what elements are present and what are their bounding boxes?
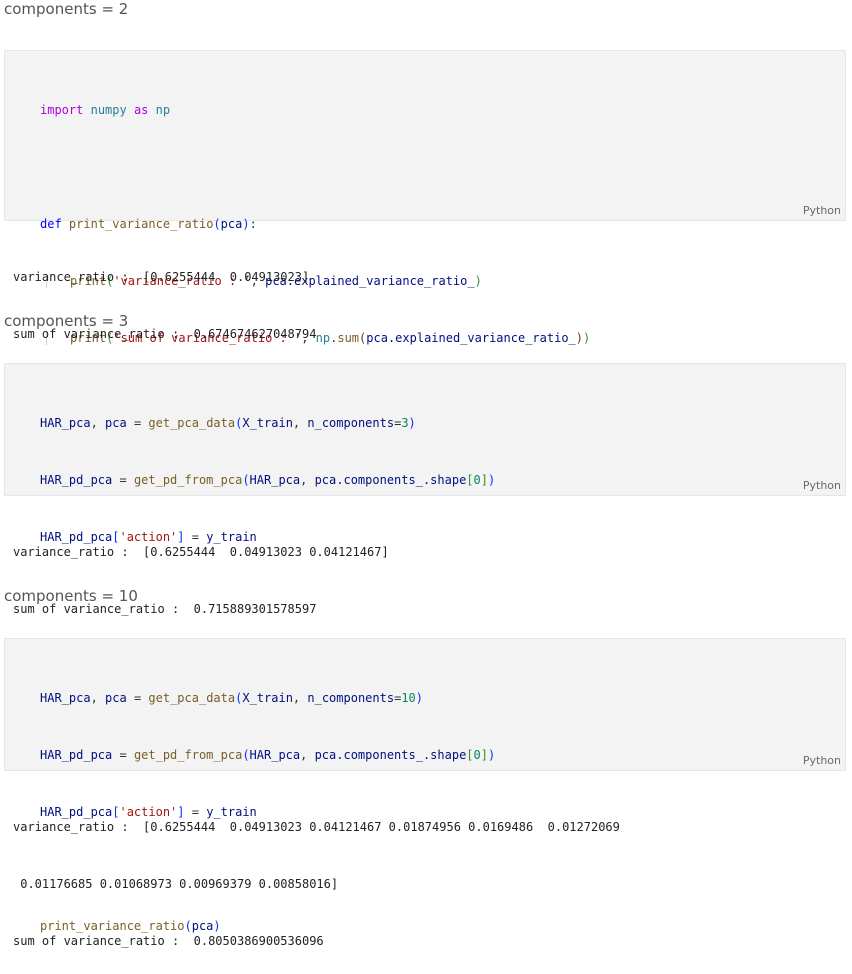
output-line: sum of variance_ratio : 0.80503869005360…: [13, 934, 324, 948]
code-cell-1[interactable]: import numpy as np def print_variance_ra…: [4, 50, 846, 459]
markdown-heading-components-10: components = 10: [4, 587, 138, 605]
cell-language-label[interactable]: Python: [803, 204, 841, 217]
code-cell-2[interactable]: HAR_pca, pca = get_pca_data(X_train, n_c…: [4, 363, 846, 658]
cell-output-3: variance_ratio : [0.6255444 0.04913023 0…: [13, 780, 620, 970]
cell-language-label[interactable]: Python: [803, 754, 841, 767]
markdown-heading-components-2: components = 2: [4, 0, 129, 18]
cell-output-2: variance_ratio : [0.6255444 0.04913023 0…: [13, 505, 389, 638]
code-cell-3[interactable]: HAR_pca, pca = get_pca_data(X_train, n_c…: [4, 638, 846, 933]
output-line: variance_ratio : [0.6255444 0.04913023 0…: [13, 545, 389, 559]
output-line: variance_ratio : [0.6255444 0.04913023]: [13, 270, 310, 284]
output-line: 0.01176685 0.01068973 0.00969379 0.00858…: [13, 877, 339, 891]
output-line: variance_ratio : [0.6255444 0.04913023 0…: [13, 820, 620, 834]
cell-language-label[interactable]: Python: [803, 479, 841, 492]
markdown-heading-components-3: components = 3: [4, 312, 129, 330]
cell-output-1: variance_ratio : [0.6255444 0.04913023] …: [13, 230, 316, 363]
